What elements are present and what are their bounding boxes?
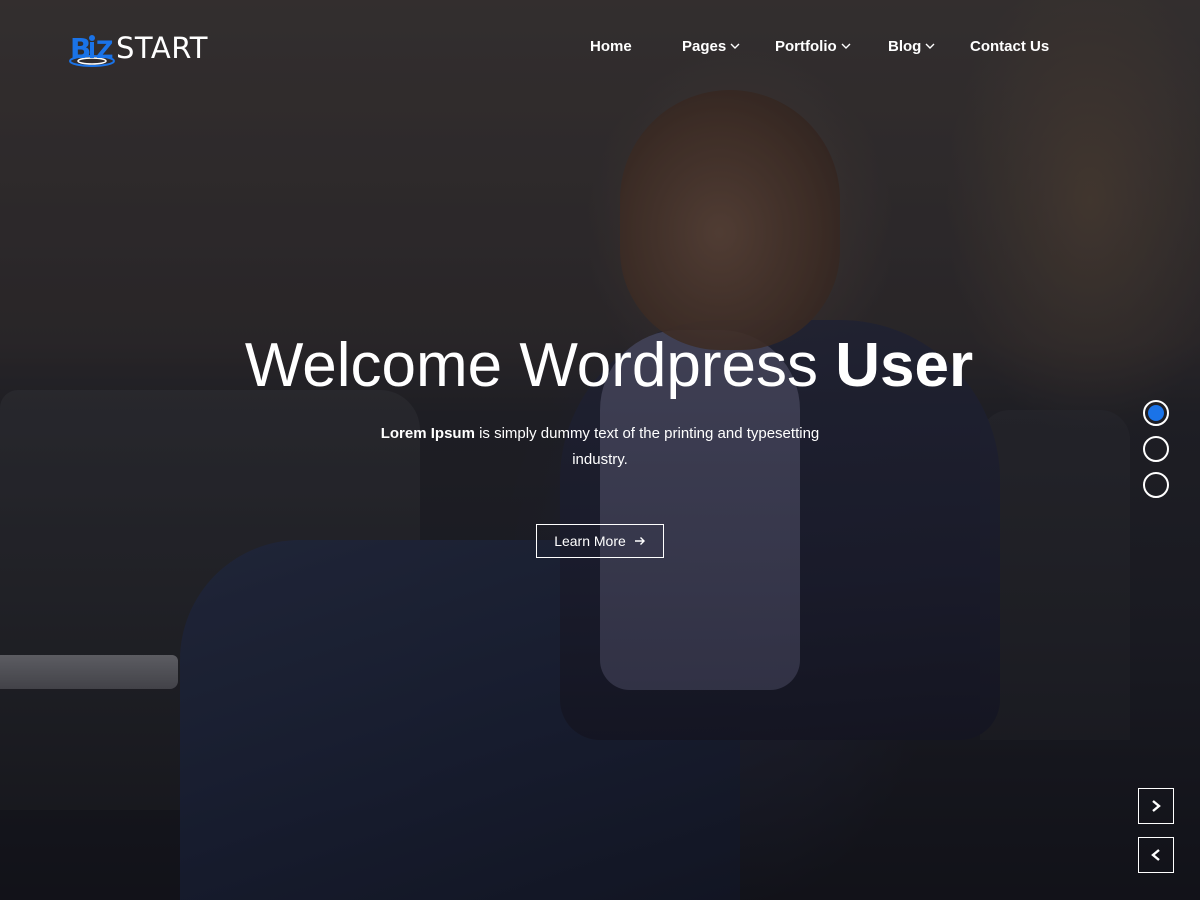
learn-more-label: Learn More [554, 533, 626, 549]
slider-dot-1[interactable] [1143, 400, 1169, 426]
nav-item-label: Home [590, 37, 632, 55]
slider-dot-2[interactable] [1143, 436, 1169, 462]
biz-logo-icon: B Z [69, 32, 115, 67]
hero-title-light: Welcome Wordpress [244, 331, 836, 400]
arrow-right-icon [634, 537, 645, 545]
slider-dot-3[interactable] [1143, 472, 1169, 498]
hero-title-bold: User [835, 331, 974, 400]
nav-item-home[interactable]: Home [590, 38, 632, 55]
slider-next-button[interactable] [1138, 788, 1174, 824]
nav-item-label: Contact Us [970, 37, 1050, 55]
nav-item-pages[interactable]: Pages [682, 38, 740, 55]
site-logo[interactable]: B Z START [68, 28, 208, 68]
hero-description: Lorem Ipsum is simply dummy text of the … [360, 421, 840, 473]
svg-text:Z: Z [96, 36, 113, 64]
nav-item-label: Blog [888, 37, 922, 55]
chevron-left-icon [1151, 849, 1160, 861]
nav-item-label: Portfolio [775, 37, 837, 55]
chevron-down-icon [925, 43, 935, 49]
nav-item-blog[interactable]: Blog [888, 38, 935, 55]
hero-title: Welcome Wordpress User [0, 330, 1200, 401]
nav-item-contact-us[interactable]: Contact Us [970, 38, 1049, 55]
chevron-down-icon [730, 43, 740, 49]
svg-text:B: B [70, 32, 91, 65]
chevron-right-icon [1152, 800, 1161, 812]
hero-description-text: is simply dummy text of the printing and… [474, 425, 820, 468]
slider-prev-button[interactable] [1138, 837, 1174, 873]
learn-more-button[interactable]: Learn More [536, 524, 664, 558]
nav-item-portfolio[interactable]: Portfolio [775, 38, 851, 55]
nav-item-label: Pages [682, 37, 727, 55]
logo-text: START [116, 31, 208, 65]
chevron-down-icon [841, 43, 851, 49]
hero-description-bold: Lorem Ipsum [380, 425, 475, 442]
